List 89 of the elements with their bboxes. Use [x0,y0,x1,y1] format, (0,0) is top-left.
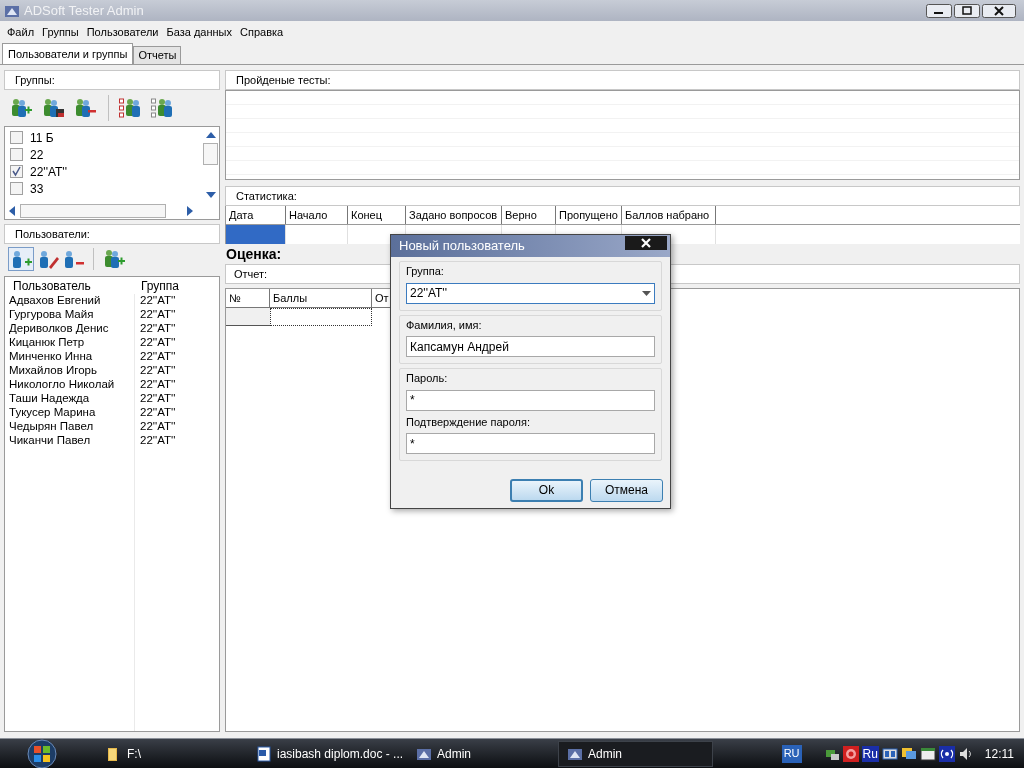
column-header[interactable]: Баллы [270,289,372,308]
dialog-button[interactable]: Отмена [590,478,663,502]
table-cell[interactable]: Таши Надежда [5,392,135,406]
people-list-icon[interactable] [151,97,175,119]
panel-title: Статистика: [236,188,297,204]
checkbox-icon[interactable] [10,148,23,161]
dialog-button[interactable]: Ok [510,478,583,502]
table-cell[interactable]: Кицанюк Петр [5,336,135,350]
language-indicator[interactable]: RU [781,744,802,763]
document-icon [256,745,272,762]
column-header[interactable]: Верно [502,206,556,224]
input-field[interactable]: Капсамун Андрей [406,336,655,357]
calendar-icon[interactable] [919,745,936,762]
taskbar-button[interactable]: Admin [408,740,558,767]
field-label: Фамилия, имя: [406,317,483,333]
wireless-icon[interactable] [938,745,955,762]
scroll-right-icon[interactable] [186,205,194,216]
table-cell[interactable] [270,308,372,326]
column-header[interactable]: Задано вопросов [406,206,502,224]
menu-item[interactable]: Файл [4,23,38,41]
grade-label: Оценка: [225,244,282,264]
column-header[interactable]: Начало [286,206,348,224]
person-pencil-icon[interactable] [37,249,59,269]
password-field[interactable]: * [406,433,655,454]
menu-item[interactable]: Пользователи [83,23,162,41]
column-header[interactable]: Пропущено [556,206,622,224]
checkbox-icon[interactable] [10,182,23,195]
person-plus-icon [10,249,32,269]
people-plus-icon[interactable] [103,248,127,270]
people-minus-icon[interactable] [74,97,98,119]
people-plus-icon[interactable] [10,97,34,119]
row-header [226,308,270,326]
people-edit-icon[interactable] [42,97,66,119]
minimize-icon[interactable] [926,3,952,18]
dialog-title: Новый пользователь [399,237,525,256]
tab[interactable]: Отчеты [133,46,182,64]
group-item[interactable]: 22 [30,145,44,164]
taskbar-button[interactable]: Admin [558,740,713,767]
close-icon[interactable] [982,3,1016,18]
window-title: ADSoft Tester Admin [24,1,144,20]
menu-item[interactable]: Справка [237,23,287,41]
field-label: Пароль: [406,371,449,386]
table-cell[interactable]: Дериволков Денис [5,322,135,336]
table-cell[interactable]: Никологло Николай [5,378,135,392]
panel-title: Пройденые тесты: [236,72,331,88]
table-cell[interactable]: Чедырян Павел [5,420,135,434]
close-icon[interactable] [625,236,667,250]
panel-title: Отчет: [234,266,268,282]
maximize-icon[interactable] [954,3,980,18]
toolbar-button[interactable] [8,247,34,271]
start-button-icon[interactable] [24,738,60,768]
checked-checkbox-icon[interactable] [10,165,23,178]
taskbar-button[interactable]: iasibash diplom.doc - ... [248,740,408,767]
book-icon[interactable] [881,745,898,762]
column-header[interactable]: Конец [348,206,406,224]
field-label: Группа: [406,264,445,279]
table-cell[interactable]: Минченко Инна [5,350,135,364]
scroll-up-icon[interactable] [205,131,216,139]
group-item[interactable]: 11 Б [30,128,54,147]
table-cell[interactable]: Гургурова Майя [5,308,135,322]
menu-item[interactable]: База данных [163,23,236,41]
scroll-down-icon[interactable] [205,191,216,199]
column-header[interactable]: Дата [226,206,286,224]
keyboard-layout[interactable]: Ru [861,745,879,762]
table-cell[interactable]: Михайлов Игорь [5,364,135,378]
checkbox-icon[interactable] [10,131,23,144]
column-header[interactable]: Группа [135,276,219,295]
group-item[interactable]: 33 [30,179,44,198]
group-dropdown[interactable]: 22''AT'' [406,282,655,304]
taskbar-button[interactable]: F:\ [98,740,248,767]
table-cell[interactable]: Чиканчи Павел [5,434,135,448]
column-header[interactable]: Баллов набрано [622,206,716,224]
people-checklist-icon[interactable] [119,97,143,119]
column-header[interactable]: Пользователь [5,276,135,295]
field-label: Подтверждение пароля: [406,414,531,430]
scroll-left-icon[interactable] [8,205,16,216]
table-cell[interactable]: Тукусер Марина [5,406,135,420]
monitor-icon[interactable] [900,745,917,762]
panel-title: Группы: [15,72,55,88]
panel-title: Пользователи: [15,226,90,242]
password-field[interactable]: * [406,389,655,411]
person-minus-icon[interactable] [62,249,84,269]
menu-item[interactable]: Группы [39,23,82,41]
dropdown-arrow-icon [642,290,651,296]
group-item[interactable]: 22''AT'' [30,162,67,181]
tab[interactable]: Пользователи и группы [2,43,134,64]
table-cell[interactable]: Адвахов Евгений [5,294,135,308]
clock[interactable]: 12:11 [984,744,1014,763]
target-icon[interactable] [842,745,859,762]
